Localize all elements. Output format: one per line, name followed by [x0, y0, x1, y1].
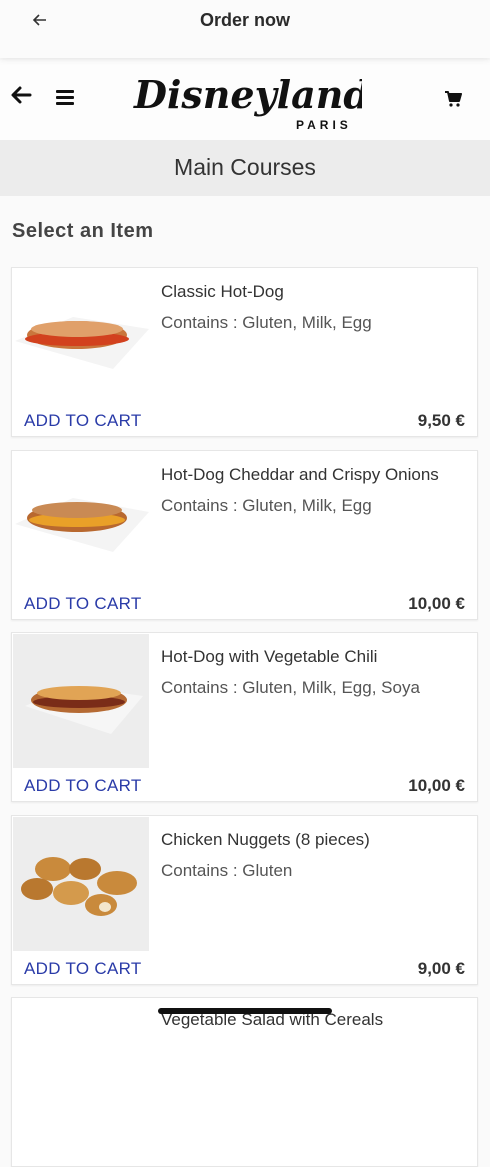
item-name: Classic Hot-Dog [161, 282, 284, 301]
item-allergens: Contains : Gluten, Milk, Egg [161, 313, 372, 332]
menu-item-card[interactable]: Hot-Dog Cheddar and Crispy Onions Contai… [11, 450, 478, 620]
app-header: Disneyland PARIS [0, 60, 490, 140]
item-price: 9,50 € [417, 411, 465, 430]
item-price: 10,00 € [408, 776, 465, 795]
item-allergens: Contains : Gluten, Milk, Egg, Soya [161, 678, 420, 697]
item-allergens: Contains : Gluten [161, 861, 293, 880]
menu-item-card[interactable]: Chicken Nuggets (8 pieces) Contains : Gl… [11, 815, 478, 985]
home-indicator [158, 1008, 332, 1014]
item-price: 9,00 € [417, 959, 465, 978]
item-name: Chicken Nuggets (8 pieces) [161, 830, 370, 849]
cheddar-hot-dog-image [15, 498, 149, 552]
menu-item-card[interactable]: Classic Hot-Dog Contains : Gluten, Milk,… [11, 267, 478, 437]
svg-text:PARIS: PARIS [296, 118, 352, 132]
hot-dog-image [15, 317, 149, 369]
item-name: Hot-Dog with Vegetable Chili [161, 647, 378, 666]
category-title: Main Courses [174, 154, 316, 180]
item-price: 10,00 € [408, 594, 465, 613]
nav-back-arrow-icon[interactable] [8, 84, 34, 114]
disneyland-paris-logo: Disneyland PARIS [133, 72, 362, 132]
add-to-cart-button[interactable]: ADD TO CART [24, 959, 142, 979]
chicken-nuggets-image [13, 817, 149, 951]
add-to-cart-button[interactable]: ADD TO CART [24, 776, 142, 796]
shopping-cart-icon[interactable] [444, 90, 464, 110]
page-title: Order now [199, 10, 290, 30]
item-name: Hot-Dog Cheddar and Crispy Onions [161, 465, 439, 484]
item-allergens: Contains : Gluten, Milk, Egg [161, 496, 372, 515]
select-item-heading: Select an Item [12, 220, 154, 242]
menu-item-card[interactable]: Hot-Dog with Vegetable Chili Contains : … [11, 632, 478, 802]
category-banner: Main Courses [0, 140, 490, 196]
svg-text:Disneyland: Disneyland [133, 72, 362, 117]
top-bar: Order now [0, 0, 490, 58]
add-to-cart-button[interactable]: ADD TO CART [24, 594, 142, 614]
add-to-cart-button[interactable]: ADD TO CART [24, 411, 142, 431]
hamburger-menu-icon[interactable] [56, 90, 74, 106]
menu-item-card[interactable]: Vegetable Salad with Cereals [11, 997, 478, 1167]
chili-hot-dog-image [13, 634, 149, 768]
